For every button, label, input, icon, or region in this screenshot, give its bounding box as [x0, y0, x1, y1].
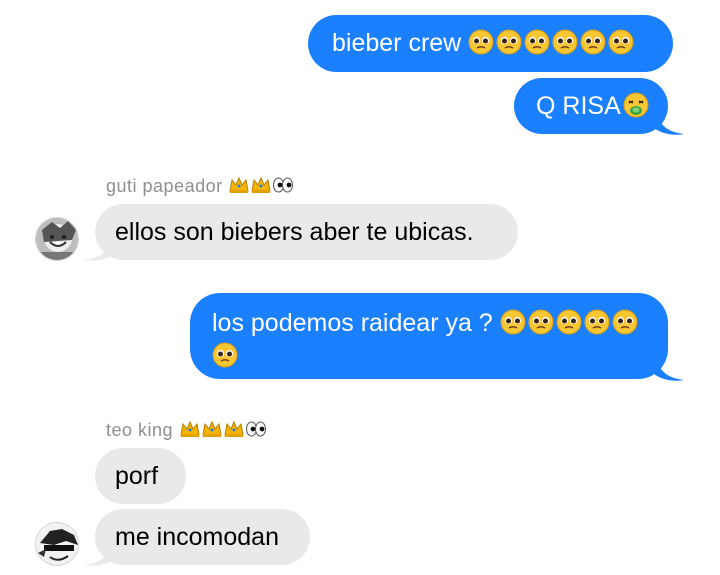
bubble-tail: [654, 112, 684, 135]
message-bubble-received[interactable]: me incomodan: [95, 509, 310, 565]
message-text: bieber crew: [332, 29, 469, 57]
pleading-face-emoji: [584, 309, 610, 335]
message-bubble-sent[interactable]: bieber crew: [308, 15, 673, 72]
eyes-emoji: [272, 174, 294, 196]
eyes-emoji: [245, 418, 267, 440]
message-bubble-sent[interactable]: Q RISA: [514, 78, 668, 134]
message-bubble-sent[interactable]: los podemos raidear ya ?: [190, 293, 668, 379]
pleading-face-emoji: [528, 309, 554, 335]
message-bubble-received[interactable]: ellos son biebers aber te ubicas.: [95, 204, 518, 260]
message-text: ellos son biebers aber te ubicas.: [115, 218, 474, 246]
crown-emoji: [201, 418, 223, 440]
pleading-face-emoji: [212, 342, 238, 368]
pleading-face-emoji: [556, 309, 582, 335]
avatar[interactable]: [35, 522, 79, 566]
pleading-face-emoji: [580, 29, 606, 55]
crown-emoji: [228, 174, 250, 196]
message-text: porf: [115, 462, 159, 490]
avatar[interactable]: [35, 217, 79, 261]
nauseated-face-emoji: [623, 92, 649, 118]
pleading-face-emoji: [468, 29, 494, 55]
crown-emoji: [250, 174, 272, 196]
crown-emoji: [179, 418, 201, 440]
pleading-face-emoji: [612, 309, 638, 335]
message-text: Q RISA: [536, 92, 621, 120]
bubble-tail: [84, 238, 114, 261]
message-text: me incomodan: [115, 523, 279, 551]
pleading-face-emoji: [496, 29, 522, 55]
pleading-face-emoji: [552, 29, 578, 55]
sender-name: teo king: [106, 418, 269, 441]
message-bubble-received[interactable]: porf: [95, 448, 186, 504]
sender-name: guti papeador: [106, 174, 296, 197]
crown-emoji: [223, 418, 245, 440]
pleading-face-emoji: [524, 29, 550, 55]
bubble-tail: [84, 543, 114, 566]
message-text: los podemos raidear ya ?: [212, 309, 500, 337]
pleading-face-emoji: [500, 309, 526, 335]
bubble-tail: [654, 358, 684, 381]
pleading-face-emoji: [608, 29, 634, 55]
